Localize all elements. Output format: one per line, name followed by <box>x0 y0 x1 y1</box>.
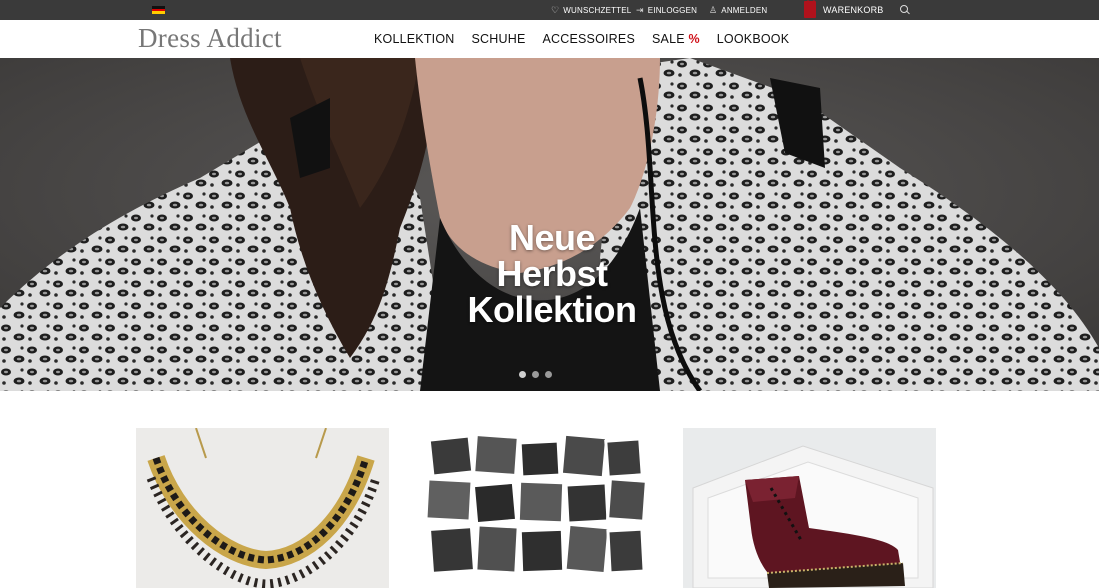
login-label: EINLOGGEN <box>647 5 698 15</box>
nav-item-schuhe[interactable]: SCHUHE <box>472 32 526 46</box>
category-tile-lookbook[interactable] <box>409 428 662 588</box>
category-tile-shoes[interactable] <box>683 428 936 588</box>
login-arrow-icon: ⇥ <box>636 4 644 15</box>
nav-item-accessoires[interactable]: ACCESSOIRES <box>542 32 635 46</box>
slider-dot-2[interactable] <box>532 371 539 378</box>
germany-flag-icon[interactable] <box>152 6 165 14</box>
main-nav: KOLLEKTION SCHUHE ACCESSOIRES SALE % LOO… <box>374 20 806 58</box>
hero-title-line: Herbst <box>496 253 608 294</box>
hero-slider[interactable]: Neue Herbst Kollektion <box>0 58 1099 391</box>
site-logo[interactable]: Dress Addict <box>138 23 282 54</box>
top-utility-bar: ♡ WUNSCHZETTEL ⇥ EINLOGGEN ♙ ANMELDEN WA… <box>0 0 1099 20</box>
sale-percent-badge: % <box>688 32 700 46</box>
shopping-bag-icon[interactable] <box>804 0 816 18</box>
nav-item-kollektion[interactable]: KOLLEKTION <box>374 32 455 46</box>
search-icon[interactable] <box>900 5 908 13</box>
site-header: Dress Addict KOLLEKTION SCHUHE ACCESSOIR… <box>0 20 1099 58</box>
lookbook-collage-photo <box>409 428 662 588</box>
nav-item-lookbook[interactable]: LOOKBOOK <box>717 32 789 46</box>
red-boot-photo <box>683 428 936 588</box>
cart-link[interactable]: WARENKORB <box>823 0 883 20</box>
wishlist-label: WUNSCHZETTEL <box>563 5 632 15</box>
slider-dot-3[interactable] <box>545 371 552 378</box>
heart-icon: ♡ <box>551 4 560 15</box>
nav-item-sale-label: SALE <box>652 32 685 46</box>
register-label: ANMELDEN <box>721 5 768 15</box>
slider-pagination <box>519 371 558 378</box>
nav-item-sale[interactable]: SALE % <box>652 32 700 46</box>
slider-dot-1[interactable] <box>519 371 526 378</box>
wishlist-link[interactable]: ♡ WUNSCHZETTEL <box>551 0 631 20</box>
hero-title-line: Neue <box>508 217 596 258</box>
necklace-photo <box>136 428 389 588</box>
cart-label: WARENKORB <box>823 5 884 15</box>
user-icon: ♙ <box>709 4 718 15</box>
category-tile-accessories[interactable] <box>136 428 389 588</box>
login-link[interactable]: ⇥ EINLOGGEN <box>636 0 697 20</box>
hero-title: Neue Herbst Kollektion <box>452 220 652 328</box>
register-link[interactable]: ♙ ANMELDEN <box>709 0 767 20</box>
hero-title-line: Kollektion <box>467 289 637 330</box>
